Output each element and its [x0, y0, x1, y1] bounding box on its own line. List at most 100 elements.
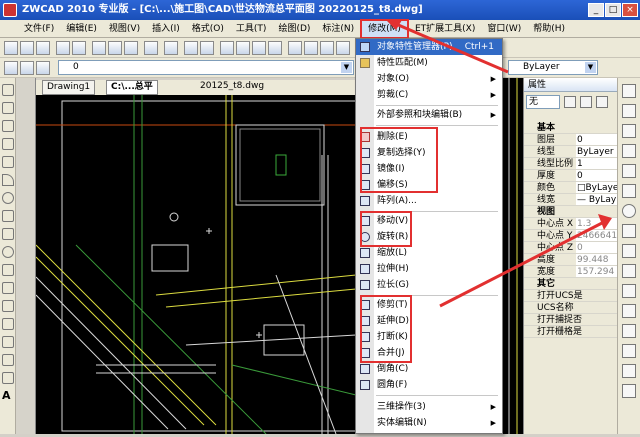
- prop-row-thickness[interactable]: 厚度 0: [524, 170, 618, 182]
- redo-icon[interactable]: [200, 41, 214, 55]
- select-objects-icon[interactable]: [580, 96, 592, 108]
- offset-tool-icon[interactable]: [622, 144, 636, 158]
- menu-item-stretch[interactable]: 拉伸(H): [356, 261, 502, 277]
- mirror-tool-icon[interactable]: [622, 124, 636, 138]
- erase-tool-icon[interactable]: [622, 84, 636, 98]
- menu-item-3d-operations[interactable]: 三维操作(3) ▶: [356, 399, 502, 415]
- menu-item-properties[interactable]: 对象特性管理器(P) Ctrl+1: [356, 39, 502, 55]
- menu-window[interactable]: 窗口(W): [481, 21, 527, 37]
- hatch-icon[interactable]: [2, 336, 14, 348]
- prop-row-ucs-name[interactable]: UCS名称: [524, 302, 618, 314]
- menu-tools[interactable]: 工具(T): [230, 21, 273, 37]
- prop-row-center-z[interactable]: 中心点 Z0: [524, 242, 618, 254]
- layer-state-icon[interactable]: [36, 61, 50, 75]
- open-file-icon[interactable]: [20, 41, 34, 55]
- zoom-window-icon[interactable]: [252, 41, 266, 55]
- copy-tool-icon[interactable]: [622, 104, 636, 118]
- prop-row-width[interactable]: 宽度 157.294: [524, 266, 618, 278]
- rectangle-icon[interactable]: [2, 156, 14, 168]
- make-block-icon[interactable]: [2, 300, 14, 312]
- spline-icon[interactable]: [2, 228, 14, 240]
- stretch-tool-icon[interactable]: [622, 244, 636, 258]
- properties-toolbar-icon[interactable]: [288, 41, 302, 55]
- menu-et-tools[interactable]: ET扩展工具(X): [409, 21, 481, 37]
- prop-row-linetype-scale[interactable]: 线型比例 1: [524, 158, 618, 170]
- prop-row-lineweight[interactable]: 线宽 — ByLay: [524, 194, 618, 206]
- close-button[interactable]: ×: [622, 3, 638, 17]
- menu-item-match-properties[interactable]: 特性匹配(M): [356, 55, 502, 71]
- move-tool-icon[interactable]: [622, 184, 636, 198]
- layer-select[interactable]: 0 ▼: [58, 60, 354, 75]
- selection-select[interactable]: 无: [526, 95, 560, 109]
- menu-insert[interactable]: 插入(I): [146, 21, 186, 37]
- array-tool-icon[interactable]: [622, 164, 636, 178]
- quick-select-icon[interactable]: [596, 96, 608, 108]
- copy-clip-icon[interactable]: [108, 41, 122, 55]
- menu-modify[interactable]: 修改(M): [360, 18, 409, 39]
- circle-icon[interactable]: [2, 192, 14, 204]
- line-icon[interactable]: [2, 84, 14, 96]
- menu-item-scale[interactable]: 缩放(L): [356, 245, 502, 261]
- join-tool-icon[interactable]: [622, 324, 636, 338]
- block-icon[interactable]: [164, 41, 178, 55]
- pan-icon[interactable]: [220, 41, 234, 55]
- prop-group-basic[interactable]: 基本: [524, 122, 618, 134]
- prop-row-snap-on[interactable]: 打开捕捉否: [524, 314, 618, 326]
- menu-draw[interactable]: 绘图(D): [272, 21, 316, 37]
- extend-tool-icon[interactable]: [622, 284, 636, 298]
- menu-item-clip[interactable]: 剪裁(C) ▶: [356, 87, 502, 103]
- paste-icon[interactable]: [124, 41, 138, 55]
- text-icon[interactable]: A: [2, 390, 14, 402]
- tool-palette-icon[interactable]: [320, 41, 334, 55]
- prop-row-linetype[interactable]: 线型 ByLayer: [524, 146, 618, 158]
- menu-item-chamfer[interactable]: 倒角(C): [356, 361, 502, 377]
- minimize-button[interactable]: _: [588, 3, 604, 17]
- region-icon[interactable]: [2, 354, 14, 366]
- prop-row-height[interactable]: 高度 99.448: [524, 254, 618, 266]
- trim-tool-icon[interactable]: [622, 264, 636, 278]
- xline-icon[interactable]: [2, 102, 14, 114]
- match-properties-icon[interactable]: [144, 41, 158, 55]
- menu-item-object[interactable]: 对象(O) ▶: [356, 71, 502, 87]
- cut-icon[interactable]: [92, 41, 106, 55]
- insert-block-icon[interactable]: [2, 282, 14, 294]
- point-icon[interactable]: [2, 318, 14, 330]
- menu-item-solid-editing[interactable]: 实体编辑(N) ▶: [356, 415, 502, 431]
- prop-row-ucs-icon-on[interactable]: 打开UCS是: [524, 290, 618, 302]
- menu-file[interactable]: 文件(F): [18, 21, 60, 37]
- prop-row-center-y[interactable]: 中心点 Y2466641.0: [524, 230, 618, 242]
- menu-help[interactable]: 帮助(H): [527, 21, 571, 37]
- print-preview-icon[interactable]: [72, 41, 86, 55]
- prop-row-center-x[interactable]: 中心点 X 1.3: [524, 218, 618, 230]
- drawing-canvas[interactable]: [36, 95, 356, 434]
- chamfer-tool-icon[interactable]: [622, 344, 636, 358]
- design-center-icon[interactable]: [304, 41, 318, 55]
- prop-row-color[interactable]: 颜色 □ByLaye: [524, 182, 618, 194]
- menu-item-fillet[interactable]: 圆角(F): [356, 377, 502, 393]
- print-icon[interactable]: [56, 41, 70, 55]
- menu-dimension[interactable]: 标注(N): [316, 21, 360, 37]
- help-icon[interactable]: [336, 41, 350, 55]
- menu-format[interactable]: 格式(O): [186, 21, 230, 37]
- prop-row-grid-on[interactable]: 打开栅格是: [524, 326, 618, 338]
- polygon-icon[interactable]: [2, 138, 14, 150]
- layer-manager-icon[interactable]: [4, 61, 18, 75]
- prop-group-misc[interactable]: 其它: [524, 278, 618, 290]
- menu-item-lengthen[interactable]: 拉长(G): [356, 277, 502, 293]
- toggle-pickadd-icon[interactable]: [564, 96, 576, 108]
- tab-active-drawing[interactable]: C:\...总平: [106, 80, 158, 95]
- menu-edit[interactable]: 编辑(E): [60, 21, 103, 37]
- linetype-select[interactable]: ByLayer ▼: [508, 60, 598, 75]
- table-icon[interactable]: [2, 372, 14, 384]
- prop-group-view[interactable]: 视图: [524, 206, 618, 218]
- arc-icon[interactable]: [2, 174, 14, 186]
- maximize-button[interactable]: □: [605, 3, 621, 17]
- undo-icon[interactable]: [184, 41, 198, 55]
- scale-tool-icon[interactable]: [622, 224, 636, 238]
- layer-previous-icon[interactable]: [20, 61, 34, 75]
- menu-item-xref-block-edit[interactable]: 外部参照和块编辑(B) ▶: [356, 107, 502, 123]
- fillet-tool-icon[interactable]: [622, 364, 636, 378]
- zoom-realtime-icon[interactable]: [236, 41, 250, 55]
- rotate-tool-icon[interactable]: [622, 204, 636, 218]
- polyline-icon[interactable]: [2, 120, 14, 132]
